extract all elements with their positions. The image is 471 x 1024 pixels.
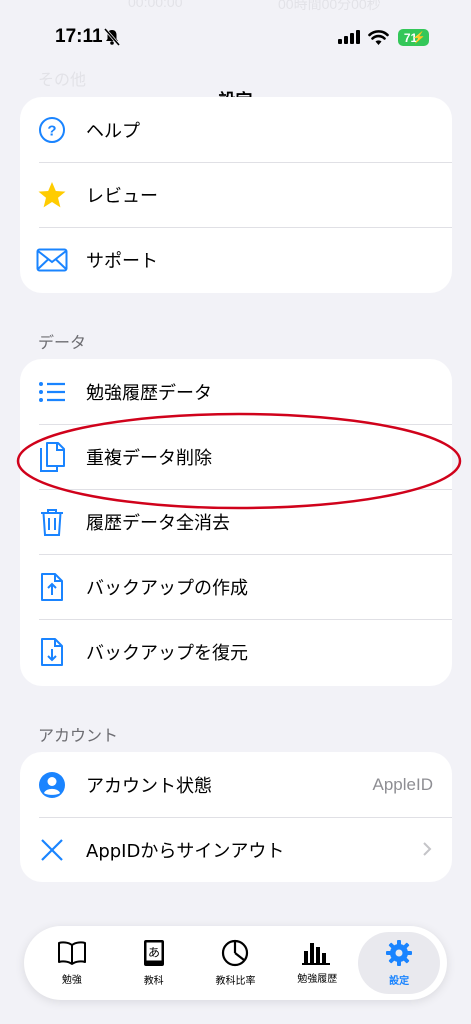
account-section-header: アカウント (38, 726, 119, 745)
create-backup-row[interactable]: バックアップの作成 (20, 554, 452, 619)
document-download-icon (36, 636, 68, 668)
signal-icon (338, 30, 360, 44)
other-section-card: ? ヘルプ レビュー サポート (20, 97, 452, 293)
clear-history-label: 履歴データ全消去 (86, 512, 230, 534)
restore-backup-row[interactable]: バックアップを復元 (20, 619, 452, 684)
account-status-row[interactable]: アカウント状態 AppleID (20, 752, 452, 817)
star-icon (36, 179, 68, 211)
review-row[interactable]: レビュー (20, 162, 452, 227)
study-history-label: 勉強履歴データ (86, 382, 212, 404)
create-backup-label: バックアップの作成 (86, 577, 248, 599)
tab-subject-ratio-label: 教科比率 (215, 976, 256, 987)
review-label: レビュー (86, 185, 158, 207)
remove-duplicates-row[interactable]: 重複データ削除 (20, 424, 452, 489)
account-section-card: アカウント状態 AppleID AppIDからサインアウト (20, 752, 452, 882)
close-icon (36, 834, 68, 866)
gear-icon (386, 940, 413, 966)
trash-icon (36, 506, 68, 538)
tab-subjects-label: 教科 (143, 976, 164, 987)
list-icon (36, 376, 68, 408)
data-section-card: 勉強履歴データ 重複データ削除 履歴データ全消去 バックアップの作成 バックアッ… (20, 359, 452, 686)
tab-settings-label: 設定 (389, 976, 410, 987)
svg-text:?: ? (47, 122, 56, 139)
sign-out-label: AppIDからサインアウト (86, 840, 285, 862)
study-history-row[interactable]: 勉強履歴データ (20, 359, 452, 424)
battery-indicator: 71 ⚡ (398, 29, 429, 46)
tab-settings[interactable]: 設定 (358, 932, 440, 994)
documents-icon (36, 441, 68, 473)
help-label: ヘルプ (86, 120, 140, 142)
clear-history-row[interactable]: 履歴データ全消去 (20, 489, 452, 554)
help-circle-icon: ? (36, 114, 68, 146)
ghost-time-text: 00:00:00 (128, 0, 183, 10)
tab-subject-ratio[interactable]: 教科比率 (195, 932, 277, 994)
account-status-label: アカウント状態 (86, 775, 212, 797)
book-icon (57, 941, 86, 965)
tab-study-history-label: 勉強履歴 (297, 974, 338, 985)
help-row[interactable]: ? ヘルプ (20, 97, 452, 162)
data-section-header: データ (38, 333, 87, 352)
tab-subjects[interactable]: あ 教科 (113, 932, 195, 994)
tab-study-label: 勉強 (61, 975, 82, 986)
document-upload-icon (36, 571, 68, 603)
wifi-icon (368, 30, 389, 45)
bar-chart-icon (302, 943, 331, 965)
support-row[interactable]: サポート (20, 227, 452, 292)
ghost-duration-text: 00時間00分00秒 (278, 0, 381, 12)
status-bar: 00:00:00 00時間00分00秒 17:11 71 ⚡ その他 (0, 0, 471, 89)
sign-out-row[interactable]: AppIDからサインアウト (20, 817, 452, 882)
bell-slash-icon (104, 28, 120, 46)
support-label: サポート (86, 250, 158, 272)
person-circle-icon (36, 769, 68, 801)
envelope-icon (36, 244, 68, 276)
tab-study-history[interactable]: 勉強履歴 (276, 932, 358, 994)
pie-chart-icon (222, 939, 249, 967)
restore-backup-label: バックアップを復元 (86, 642, 248, 664)
tab-study[interactable]: 勉強 (31, 932, 113, 994)
tab-bar: 勉強 あ 教科 教科比率 勉強履歴 設定 (24, 926, 447, 1000)
svg-text:あ: あ (148, 946, 160, 960)
account-status-value: AppleID (372, 774, 433, 794)
chevron-right-icon (423, 842, 432, 856)
remove-duplicates-label: 重複データ削除 (86, 447, 212, 469)
dictionary-icon: あ (143, 940, 164, 966)
charging-icon: ⚡ (412, 32, 426, 44)
status-time: 17:11 (55, 26, 103, 47)
